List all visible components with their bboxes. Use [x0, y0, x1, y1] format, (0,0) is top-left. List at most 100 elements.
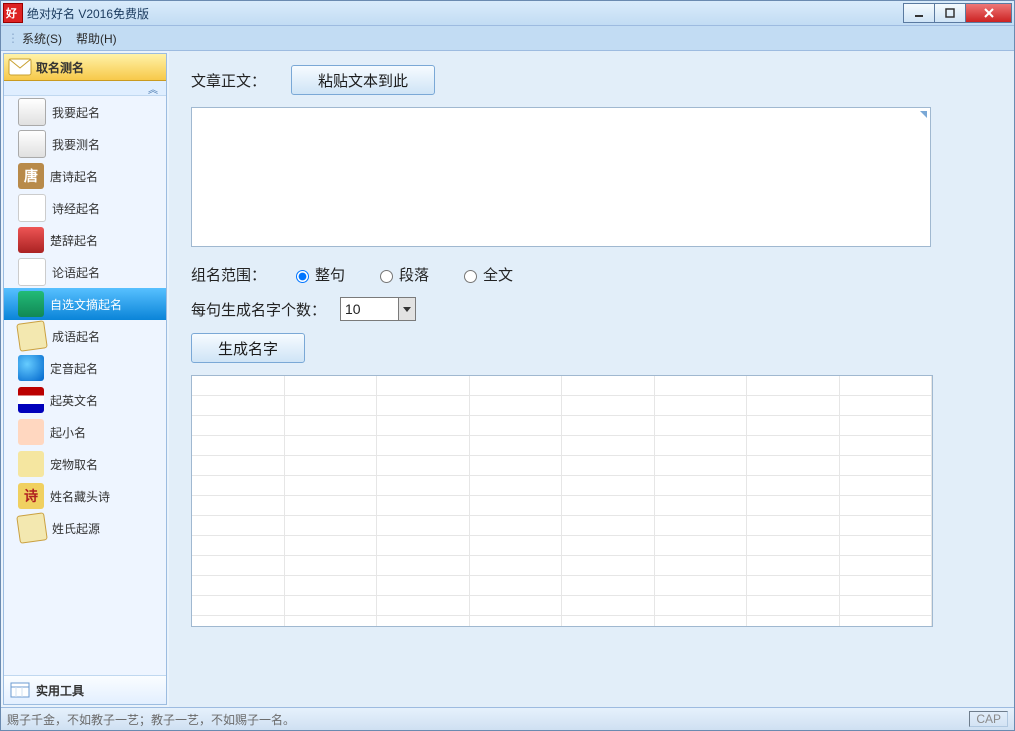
- table-cell: [655, 516, 748, 535]
- table-cell: [747, 556, 840, 575]
- scope-radio-input-2[interactable]: [464, 270, 477, 283]
- article-textarea[interactable]: [191, 107, 931, 247]
- sidebar-item-label: 起英文名: [50, 392, 98, 409]
- table-cell: [747, 576, 840, 595]
- sidebar-item-label: 论语起名: [52, 264, 100, 281]
- table-cell: [747, 496, 840, 515]
- table-cell: [562, 416, 655, 435]
- table-row: [192, 516, 932, 536]
- table-cell: [655, 456, 748, 475]
- close-button[interactable]: [965, 3, 1012, 23]
- sidebar-item-label: 楚辞起名: [50, 232, 98, 249]
- table-cell: [747, 536, 840, 555]
- paste-text-button[interactable]: 粘贴文本到此: [291, 65, 435, 95]
- generate-button[interactable]: 生成名字: [191, 333, 305, 363]
- sidebar-item-5[interactable]: 论语起名: [4, 256, 166, 288]
- scroll-icon: [16, 320, 48, 352]
- sidebar-item-2[interactable]: 唐唐诗起名: [4, 160, 166, 192]
- menubar: ⋮ 系统(S) 帮助(H): [1, 26, 1014, 51]
- table-cell: [655, 576, 748, 595]
- sidebar-item-13[interactable]: 姓氏起源: [4, 512, 166, 544]
- sidebar-item-8[interactable]: 定音起名: [4, 352, 166, 384]
- table-row: [192, 456, 932, 476]
- scope-radio-input-0[interactable]: [296, 270, 309, 283]
- minimize-button[interactable]: [903, 3, 935, 23]
- table-cell: [470, 496, 563, 515]
- table-cell: [285, 396, 378, 415]
- sidebar-item-9[interactable]: 起英文名: [4, 384, 166, 416]
- sidebar-item-11[interactable]: 宠物取名: [4, 448, 166, 480]
- table-row: [192, 576, 932, 596]
- table-cell: [655, 436, 748, 455]
- sidebar-collapse-button[interactable]: ︽: [4, 81, 166, 96]
- list-icon: [18, 258, 46, 286]
- menu-system[interactable]: 系统(S): [22, 30, 62, 47]
- table-row: [192, 556, 932, 576]
- menu-help[interactable]: 帮助(H): [76, 30, 117, 47]
- table-cell: [655, 496, 748, 515]
- sidebar-item-1[interactable]: 我要测名: [4, 128, 166, 160]
- table-cell: [747, 616, 840, 627]
- scope-radio-1[interactable]: 段落: [375, 264, 429, 285]
- table-cell: [562, 376, 655, 395]
- table-cell: [285, 376, 378, 395]
- result-grid[interactable]: [191, 375, 933, 627]
- table-cell: [840, 536, 933, 555]
- group-scope-radios: 整句 段落 全文: [291, 264, 543, 285]
- table-cell: [747, 456, 840, 475]
- sidebar-item-12[interactable]: 诗姓名藏头诗: [4, 480, 166, 512]
- table-cell: [747, 596, 840, 615]
- table-cell: [470, 516, 563, 535]
- table-cell: [285, 616, 378, 627]
- names-count-combo[interactable]: 10: [340, 297, 416, 321]
- scope-radio-input-1[interactable]: [380, 270, 393, 283]
- maximize-button[interactable]: [934, 3, 966, 23]
- sidebar-item-label: 起小名: [50, 424, 86, 441]
- sidebar-item-label: 唐诗起名: [50, 168, 98, 185]
- chevron-up-icon: ︽: [148, 81, 158, 96]
- table-cell: [840, 416, 933, 435]
- table-cell: [192, 476, 285, 495]
- table-cell: [655, 536, 748, 555]
- table-row: [192, 476, 932, 496]
- table-cell: [747, 416, 840, 435]
- table-cell: [747, 436, 840, 455]
- scope-radio-label: 整句: [315, 264, 345, 285]
- scope-radio-label: 全文: [483, 264, 513, 285]
- sidebar-item-3[interactable]: 诗经起名: [4, 192, 166, 224]
- table-row: [192, 396, 932, 416]
- table-cell: [470, 576, 563, 595]
- names-count-value: 10: [345, 301, 361, 317]
- table-cell: [747, 396, 840, 415]
- red-icon: [18, 227, 44, 253]
- sidebar-item-10[interactable]: 起小名: [4, 416, 166, 448]
- table-cell: [377, 596, 470, 615]
- sidebar-item-4[interactable]: 楚辞起名: [4, 224, 166, 256]
- scope-radio-2[interactable]: 全文: [459, 264, 513, 285]
- table-cell: [192, 416, 285, 435]
- table-cell: [192, 396, 285, 415]
- table-cell: [840, 396, 933, 415]
- sidebar-item-6[interactable]: 自选文摘起名: [4, 288, 166, 320]
- table-cell: [192, 436, 285, 455]
- status-text: 赐子千金，不如教子一艺；教子一艺，不如赐子一名。: [7, 711, 969, 728]
- table-cell: [562, 596, 655, 615]
- sidebar-item-7[interactable]: 成语起名: [4, 320, 166, 352]
- table-cell: [285, 556, 378, 575]
- sidebar-footer[interactable]: 实用工具: [4, 675, 166, 704]
- table-cell: [840, 436, 933, 455]
- table-row: [192, 536, 932, 556]
- sidebar-item-0[interactable]: 我要起名: [4, 96, 166, 128]
- sidebar-item-label: 宠物取名: [50, 456, 98, 473]
- sidebar-header[interactable]: 取名测名: [4, 54, 166, 81]
- table-cell: [285, 536, 378, 555]
- table-cell: [285, 576, 378, 595]
- per-sentence-label: 每句生成名字个数：: [191, 299, 326, 320]
- poem-icon: 诗: [18, 483, 44, 509]
- table-cell: [470, 456, 563, 475]
- scope-radio-0[interactable]: 整句: [291, 264, 345, 285]
- table-cell: [192, 536, 285, 555]
- table-cell: [655, 556, 748, 575]
- article-label: 文章正文：: [191, 70, 291, 91]
- table-cell: [562, 396, 655, 415]
